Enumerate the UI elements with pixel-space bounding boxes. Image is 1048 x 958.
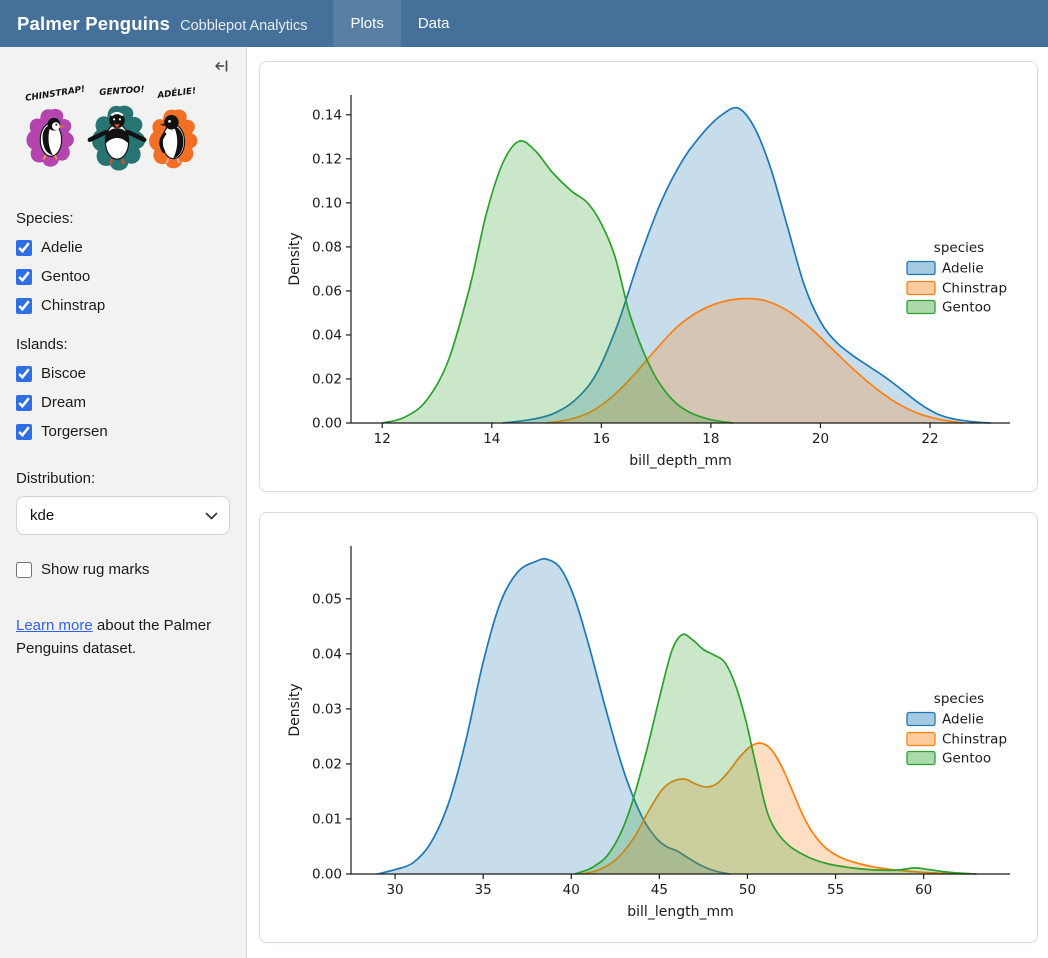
x-tick-label: 60 [915,882,932,898]
y-tick-label: 0.10 [312,195,342,211]
artwork-label-adelie: ADÉLIE! [156,84,197,101]
dataset-info-text: Learn more about the Palmer Penguins dat… [16,614,230,661]
legend: species Adelie Chinstrap Gentoo [907,240,1007,316]
x-tick-label: 40 [563,882,580,898]
learn-more-link[interactable]: Learn more [16,617,93,634]
y-tick-label: 0.14 [312,107,342,123]
legend-label-adelie: Adelie [942,261,984,277]
bill-length-card: 0.00 0.01 0.02 0.03 0.04 0.05 30 35 40 45 50 55 60 bi… [259,512,1038,943]
checkbox-row-biscoe[interactable]: Biscoe [16,365,230,382]
tab-plots[interactable]: Plots [333,0,400,47]
collapse-arrow-icon [214,58,230,74]
sidebar-collapse-button[interactable] [214,57,230,77]
islands-label: Islands: [16,336,230,353]
main-content: 0.00 0.02 0.04 0.06 0.08 0.10 0.12 0.14 12 14 16 18… [247,47,1048,958]
x-tick-label: 30 [386,882,403,898]
checkbox-row-adelie[interactable]: Adelie [16,239,230,256]
checkbox-row-gentoo[interactable]: Gentoo [16,268,230,285]
y-tick-label: 0.00 [312,416,342,432]
legend-swatch-chinstrap [907,733,935,746]
x-tick-label: 55 [827,882,844,898]
bill-depth-density-chart: 0.00 0.02 0.04 0.06 0.08 0.10 0.12 0.14 12 14 16 18… [266,68,1031,485]
legend-label-gentoo: Gentoo [942,300,991,316]
dream-checkbox-label: Dream [41,394,86,411]
penguins-artwork-image: CHINSTRAP! GENTOO! ADÉLIE! [16,83,230,186]
series-group [382,108,990,423]
legend-label-gentoo: Gentoo [942,751,991,767]
chinstrap-checkbox[interactable] [16,298,32,314]
artwork-label-gentoo: GENTOO! [99,85,145,98]
y-tick-label: 0.00 [312,867,342,883]
nav-tabs: Plots Data [333,0,466,47]
x-tick-label: 45 [651,882,668,898]
y-tick-label: 0.05 [312,591,342,607]
rug-marks-row[interactable]: Show rug marks [16,561,230,578]
biscoe-checkbox-label: Biscoe [41,365,86,382]
app-title: Palmer Penguins [17,13,170,35]
distribution-select[interactable]: kde [16,496,230,535]
y-axis-label: Density [287,683,303,736]
torgersen-checkbox[interactable] [16,424,32,440]
sidebar: CHINSTRAP! GENTOO! ADÉLIE! Species: Adel… [0,47,247,958]
x-axis-label: bill_depth_mm [629,453,732,469]
torgersen-checkbox-label: Torgersen [41,423,108,440]
distribution-group: Distribution: kde [16,470,230,535]
legend-label-chinstrap: Chinstrap [942,281,1007,297]
x-tick-label: 35 [475,882,492,898]
bill-length-density-chart: 0.00 0.01 0.02 0.03 0.04 0.05 30 35 40 45 50 55 60 bi… [266,519,1031,936]
gentoo-checkbox-label: Gentoo [41,268,90,285]
legend-title: species [934,240,984,256]
x-tick-label: 20 [812,431,829,447]
legend-title: species [934,691,984,707]
navbar: Palmer Penguins Cobblepot Analytics Plot… [0,0,1048,47]
checkbox-row-dream[interactable]: Dream [16,394,230,411]
app-subtitle: Cobblepot Analytics [180,18,307,34]
x-axis-label: bill_length_mm [627,904,733,920]
legend-swatch-chinstrap [907,282,935,295]
biscoe-checkbox[interactable] [16,366,32,382]
y-tick-label: 0.02 [312,756,342,772]
y-tick-label: 0.06 [312,283,342,299]
adelie-checkbox-label: Adelie [41,239,83,256]
y-tick-label: 0.01 [312,811,342,827]
x-tick-label: 12 [374,431,391,447]
legend: species Adelie Chinstrap Gentoo [907,691,1007,767]
app-brand: Palmer Penguins Cobblepot Analytics [0,13,307,35]
legend-swatch-gentoo [907,301,935,314]
y-tick-label: 0.12 [312,151,342,167]
y-tick-label: 0.02 [312,371,342,387]
species-label: Species: [16,210,230,227]
y-tick-label: 0.04 [312,646,342,662]
gentoo-checkbox[interactable] [16,269,32,285]
x-tick-label: 22 [921,431,938,447]
rug-marks-checkbox[interactable] [16,562,32,578]
x-tick-label: 16 [593,431,610,447]
y-tick-label: 0.04 [312,327,342,343]
legend-swatch-adelie [907,713,935,726]
x-tick-label: 50 [739,882,756,898]
rug-marks-label: Show rug marks [41,561,149,578]
islands-filter-group: Islands: Biscoe Dream Torgersen [16,336,230,440]
tab-data[interactable]: Data [401,0,467,47]
x-tick-label: 14 [483,431,500,447]
legend-label-chinstrap: Chinstrap [942,732,1007,748]
adelie-checkbox[interactable] [16,240,32,256]
x-tick-label: 18 [702,431,719,447]
dream-checkbox[interactable] [16,395,32,411]
y-axis-label: Density [287,232,303,285]
checkbox-row-torgersen[interactable]: Torgersen [16,423,230,440]
species-filter-group: Species: Adelie Gentoo Chinstrap [16,210,230,314]
series-group [377,559,976,874]
artwork-label-chinstrap: CHINSTRAP! [25,85,86,104]
y-tick-label: 0.03 [312,701,342,717]
distribution-label: Distribution: [16,470,230,487]
chinstrap-checkbox-label: Chinstrap [41,297,105,314]
legend-label-adelie: Adelie [942,712,984,728]
legend-swatch-adelie [907,262,935,275]
y-tick-label: 0.08 [312,239,342,255]
checkbox-row-chinstrap[interactable]: Chinstrap [16,297,230,314]
bill-depth-card: 0.00 0.02 0.04 0.06 0.08 0.10 0.12 0.14 12 14 16 18… [259,61,1038,492]
legend-swatch-gentoo [907,752,935,765]
